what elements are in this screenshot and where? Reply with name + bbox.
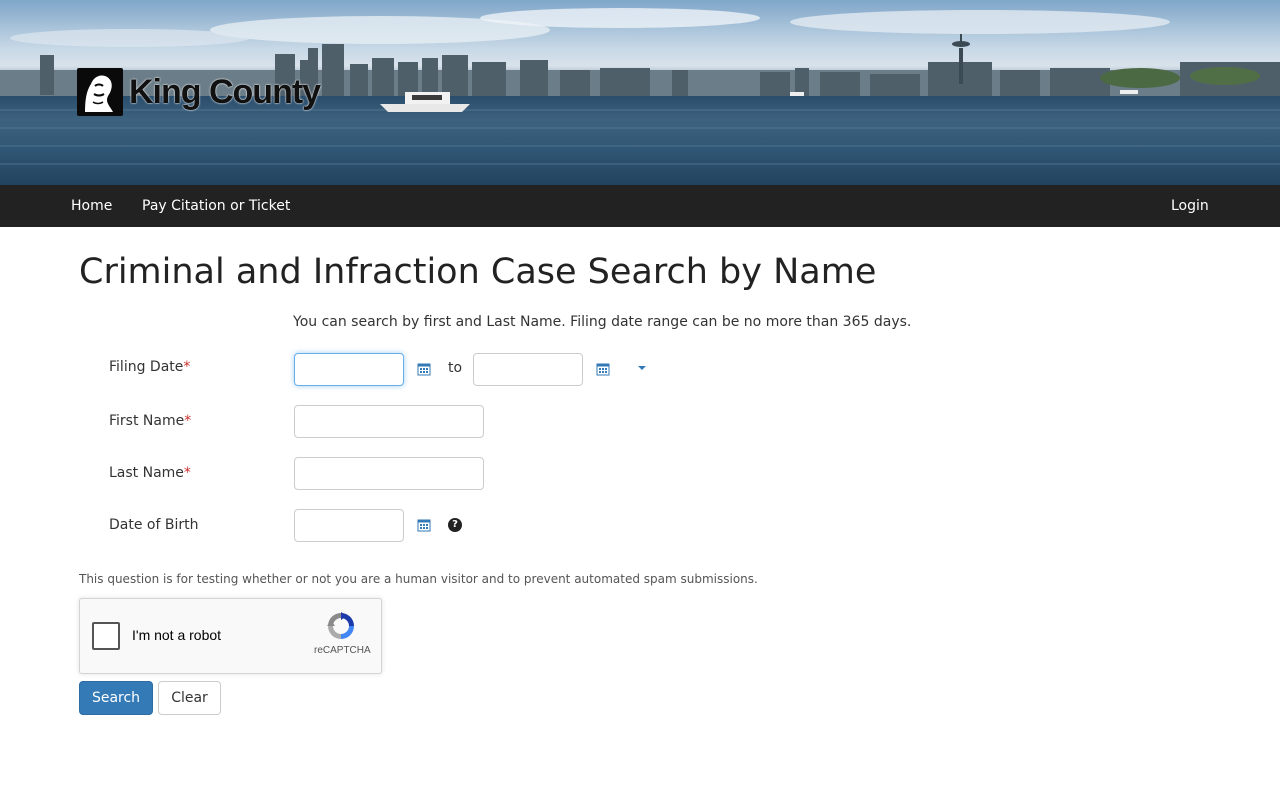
required-marker: *	[184, 413, 192, 429]
logo-text: King County	[129, 72, 321, 111]
filing-date-label: Filing Date*	[109, 359, 190, 375]
nav-login-link[interactable]: Login	[1171, 185, 1209, 227]
last-name-label: Last Name*	[109, 465, 191, 481]
top-navbar: Home Pay Citation or Ticket Login	[0, 185, 1280, 227]
captcha-note: This question is for testing whether or …	[79, 572, 758, 586]
question-circle-icon[interactable]: ?	[448, 518, 462, 532]
header-banner: King County	[0, 0, 1280, 185]
calendar-icon[interactable]	[417, 362, 431, 376]
king-county-logo[interactable]: King County	[77, 68, 321, 116]
nav-home-link[interactable]: Home	[71, 185, 112, 227]
recaptcha-brand: reCAPTCHA	[314, 645, 371, 656]
calendar-icon[interactable]	[596, 362, 610, 376]
filing-date-label-text: Filing Date	[109, 359, 184, 375]
dob-label: Date of Birth	[109, 517, 198, 533]
filing-date-to-input[interactable]	[473, 353, 583, 386]
recaptcha-label: I'm not a robot	[132, 627, 222, 643]
search-button[interactable]: Search	[79, 681, 153, 715]
last-name-input[interactable]	[294, 457, 484, 490]
date-range-to-label: to	[448, 360, 463, 376]
recaptcha-widget: I'm not a robot reCAPTCHA	[79, 598, 382, 674]
search-help-text: You can search by first and Last Name. F…	[293, 314, 912, 330]
required-marker: *	[183, 465, 191, 481]
page-title: Criminal and Infraction Case Search by N…	[79, 252, 877, 292]
first-name-input[interactable]	[294, 405, 484, 438]
nav-pay-citation-link[interactable]: Pay Citation or Ticket	[142, 185, 290, 227]
first-name-label: First Name*	[109, 413, 191, 429]
recaptcha-logo-icon	[327, 612, 354, 639]
dob-label-text: Date of Birth	[109, 517, 199, 533]
caret-down-icon[interactable]	[636, 364, 648, 372]
dob-input[interactable]	[294, 509, 404, 542]
first-name-label-text: First Name	[109, 413, 185, 429]
recaptcha-checkbox[interactable]	[92, 622, 120, 650]
filing-date-from-input[interactable]	[294, 353, 404, 386]
calendar-icon[interactable]	[417, 518, 431, 532]
king-county-emblem-icon	[77, 68, 123, 116]
required-marker: *	[183, 359, 191, 375]
last-name-label-text: Last Name	[109, 465, 184, 481]
clear-button[interactable]: Clear	[158, 681, 221, 715]
